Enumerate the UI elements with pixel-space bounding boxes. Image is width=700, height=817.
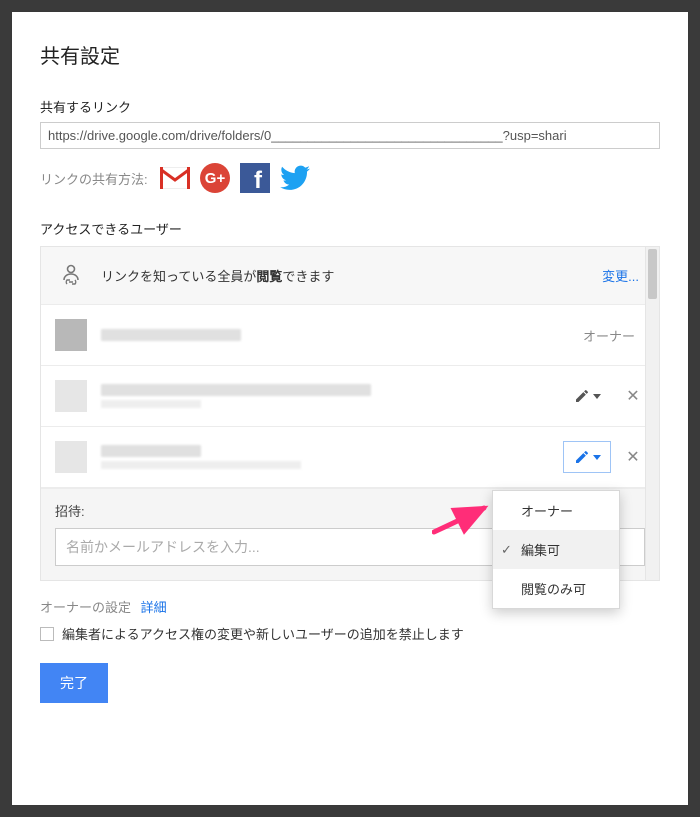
user-info: [101, 329, 583, 341]
dialog-title: 共有設定: [40, 40, 660, 69]
restrict-editors-row: 編集者によるアクセス権の変更や新しいユーザーの追加を禁止します: [40, 624, 660, 643]
share-settings-dialog: 共有設定 共有するリンク リンクの共有方法: G+ f アクセスできるユーザー: [12, 12, 688, 805]
dropdown-option-edit-label: 編集可: [521, 543, 560, 558]
facebook-icon[interactable]: f: [240, 163, 270, 193]
share-method-label: リンクの共有方法:: [40, 169, 148, 188]
twitter-icon[interactable]: [280, 163, 310, 193]
user-row-editor-2: ✕: [41, 427, 659, 488]
dropdown-option-edit[interactable]: ✓ 編集可: [493, 530, 619, 569]
access-container: リンクを知っている全員が閲覧できます 変更... オーナー: [40, 246, 660, 581]
user-info: [101, 384, 563, 408]
check-icon: ✓: [501, 542, 512, 558]
user-info: [101, 445, 563, 469]
share-method-row: リンクの共有方法: G+ f: [40, 163, 660, 193]
owner-settings-more-link[interactable]: 詳細: [141, 600, 167, 615]
user-avatar: [55, 380, 87, 412]
dropdown-option-view[interactable]: 閲覧のみ可: [493, 569, 619, 608]
share-icons-row: G+ f: [160, 163, 310, 193]
remove-user-button[interactable]: ✕: [621, 384, 645, 408]
restrict-editors-checkbox[interactable]: [40, 627, 54, 641]
link-access-row: リンクを知っている全員が閲覧できます 変更...: [41, 247, 659, 305]
share-link-label: 共有するリンク: [40, 97, 660, 116]
scrollbar-track[interactable]: [645, 247, 659, 580]
google-plus-icon[interactable]: G+: [200, 163, 230, 193]
user-name-redacted: [101, 329, 241, 341]
pencil-icon: [574, 388, 590, 404]
user-avatar: [55, 441, 87, 473]
permission-dropdown-button-active[interactable]: [563, 441, 611, 473]
chevron-down-icon: [593, 455, 601, 460]
link-access-bold: 閲覧: [256, 269, 282, 284]
link-access-suffix: できます: [282, 269, 334, 284]
done-button[interactable]: 完了: [40, 663, 108, 703]
user-email-redacted: [101, 461, 301, 469]
link-access-text: リンクを知っている全員が閲覧できます: [101, 266, 602, 285]
access-label: アクセスできるユーザー: [40, 219, 660, 238]
user-row-owner: オーナー: [41, 305, 659, 366]
link-access-prefix: リンクを知っている全員が: [101, 269, 256, 284]
change-link-access-button[interactable]: 変更...: [602, 266, 639, 285]
scrollbar-thumb[interactable]: [648, 249, 657, 299]
link-sharing-icon: [55, 264, 87, 288]
owner-role-label: オーナー: [583, 326, 635, 345]
pencil-icon: [574, 449, 590, 465]
access-section: アクセスできるユーザー リンクを知っている全員が閲覧できます 変更... オーナ…: [40, 219, 660, 581]
owner-settings-label: オーナーの設定: [40, 600, 131, 615]
permission-dropdown-menu: オーナー ✓ 編集可 閲覧のみ可: [492, 490, 620, 609]
user-email-redacted: [101, 400, 201, 408]
user-name-redacted: [101, 384, 371, 396]
gmail-icon[interactable]: [160, 163, 190, 193]
user-avatar: [55, 319, 87, 351]
svg-text:f: f: [254, 167, 263, 193]
restrict-editors-label: 編集者によるアクセス権の変更や新しいユーザーの追加を禁止します: [62, 624, 464, 643]
user-row-editor-1: ✕: [41, 366, 659, 427]
dropdown-option-owner[interactable]: オーナー: [493, 491, 619, 530]
chevron-down-icon: [593, 394, 601, 399]
user-name-redacted: [101, 445, 201, 457]
svg-text:G+: G+: [204, 170, 225, 187]
permission-dropdown-button[interactable]: [563, 380, 611, 412]
remove-user-button[interactable]: ✕: [621, 445, 645, 469]
share-link-input[interactable]: [40, 122, 660, 149]
